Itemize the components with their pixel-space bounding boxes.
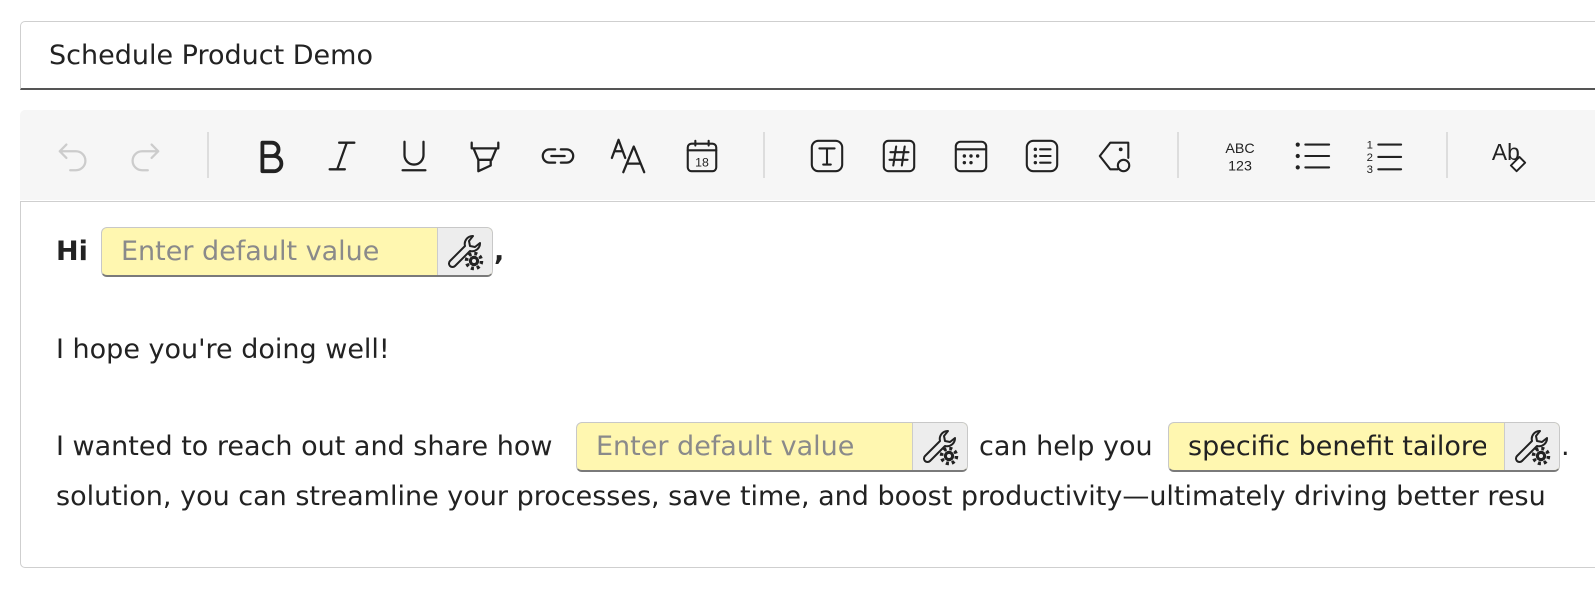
font-size-icon — [610, 138, 646, 174]
clear-format-button[interactable]: Ab — [1487, 134, 1531, 178]
text-case-button[interactable]: ABC 123 — [1218, 134, 1262, 178]
tag-button[interactable] — [1093, 134, 1137, 178]
link-button[interactable] — [536, 134, 580, 178]
numbered-list-icon: 1 2 3 — [1367, 139, 1403, 176]
wrench-gear-icon — [1514, 429, 1551, 465]
highlight-button[interactable] — [463, 134, 507, 178]
calendar-18-icon: 18 — [686, 139, 718, 173]
toolbar-divider — [207, 132, 209, 178]
greeting-name-field[interactable]: Enter default value — [101, 227, 493, 277]
link-icon — [541, 148, 575, 164]
bold-button[interactable] — [248, 134, 292, 178]
product-name-field[interactable]: Enter default value — [576, 422, 968, 472]
field-settings-button[interactable] — [1504, 423, 1559, 470]
number-label: 2 — [1367, 152, 1373, 164]
highlighter-icon — [470, 141, 500, 173]
clear-format-icon: Ab — [1492, 139, 1527, 173]
body-paragraph-2-start: I wanted to reach out and share how — [56, 431, 553, 462]
bullet-list-icon — [1295, 142, 1331, 170]
greeting-name-placeholder: Enter default value — [121, 236, 380, 267]
number-label: 3 — [1367, 164, 1373, 176]
subject-text: Schedule Product Demo — [49, 40, 373, 71]
body-paragraph-1: I hope you're doing well! — [56, 334, 390, 365]
greeting-comma: , — [494, 236, 505, 267]
date-variable-button[interactable] — [949, 134, 993, 178]
undo-button[interactable] — [52, 134, 96, 178]
editor-toolbar: 18 ABC 123 1 2 3 Ab — [20, 110, 1595, 200]
wrench-gear-icon — [922, 429, 959, 465]
number-label: 1 — [1367, 139, 1373, 151]
list-field-icon — [1025, 139, 1059, 173]
body-paragraph-2-end: . — [1561, 431, 1570, 462]
number-variable-button[interactable] — [877, 134, 921, 178]
font-size-button[interactable] — [607, 134, 651, 178]
calendar-field-icon — [954, 140, 988, 173]
tag-icon — [1098, 141, 1131, 173]
wrench-gear-icon — [447, 234, 484, 270]
benefit-field[interactable]: specific benefit tailored — [1168, 422, 1560, 472]
abc-123-icon: ABC 123 — [1225, 141, 1254, 174]
toolbar-divider — [1177, 132, 1179, 178]
underline-icon — [401, 140, 427, 172]
field-settings-button[interactable] — [437, 228, 492, 275]
toolbar-divider — [1446, 132, 1448, 178]
field-settings-button[interactable] — [912, 423, 967, 470]
benefit-field-value: specific benefit tailored — [1188, 431, 1486, 462]
redo-button[interactable] — [122, 134, 166, 178]
text-field-icon — [810, 139, 844, 173]
greeting-text: Hi — [56, 236, 88, 267]
italic-icon — [328, 141, 356, 171]
subject-input[interactable]: Schedule Product Demo — [20, 21, 1595, 90]
body-paragraph-3: solution, you can streamline your proces… — [56, 481, 1546, 512]
undo-icon — [58, 143, 87, 172]
text-case-top-label: ABC — [1225, 141, 1254, 157]
date-button[interactable]: 18 — [680, 134, 724, 178]
text-variable-button[interactable] — [805, 134, 849, 178]
email-body-editor[interactable]: Hi Enter default value , I hope you're d… — [20, 201, 1595, 568]
product-name-placeholder: Enter default value — [596, 431, 855, 462]
list-variable-button[interactable] — [1020, 134, 1064, 178]
text-case-bottom-label: 123 — [1228, 158, 1252, 174]
bullet-list-button[interactable] — [1290, 134, 1334, 178]
numbered-list-button[interactable]: 1 2 3 — [1362, 134, 1406, 178]
redo-icon — [131, 143, 160, 172]
underline-button[interactable] — [392, 134, 436, 178]
calendar-day-label: 18 — [695, 155, 709, 169]
body-paragraph-2-middle: can help you — [979, 431, 1153, 462]
italic-button[interactable] — [320, 134, 364, 178]
toolbar-divider — [763, 132, 765, 178]
hash-field-icon — [882, 139, 916, 173]
bold-icon — [260, 140, 284, 174]
